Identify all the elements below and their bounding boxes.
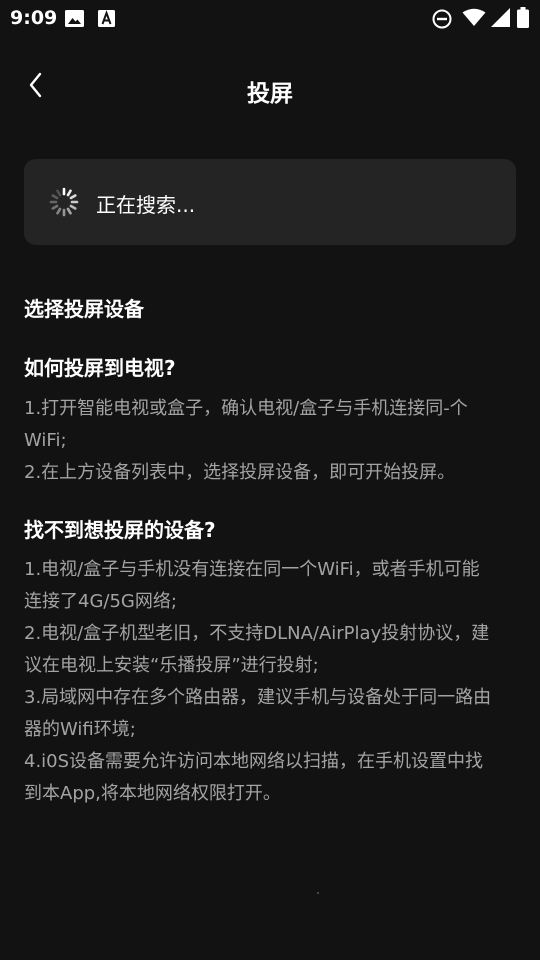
header: 投屏 [0, 64, 540, 116]
not-found-line: 议在电视上安装“乐播投屏”进行投射; [24, 655, 319, 676]
image-icon [65, 10, 84, 27]
navigation-indicator [317, 892, 319, 894]
page-title: 投屏 [247, 81, 293, 107]
not-found-line: 到本App,将本地网络权限打开。 [24, 783, 281, 804]
howto-title: 如何投屏到电视? [24, 356, 176, 380]
not-found-instructions: 1.电视/盒子与手机没有连接在同一个WiFi，或者手机可能 连接了4G/5G网络… [24, 554, 524, 810]
font-icon [98, 10, 115, 27]
status-time: 9:09 [10, 7, 58, 29]
do-not-disturb-icon [432, 9, 452, 29]
battery-icon [517, 7, 529, 28]
howto-instructions: 1.打开智能电视或盒子，确认电视/盒子与手机连接同-个 WiFi; 2.在上方设… [24, 393, 524, 489]
search-status-card: 正在搜索... [24, 159, 516, 245]
wifi-icon [462, 8, 486, 26]
signal-icon [491, 8, 510, 27]
not-found-line: 2.电视/盒子机型老旧，不支持DLNA/AirPlay投射协议，建 [24, 623, 490, 644]
loading-spinner-icon [49, 187, 79, 217]
not-found-line: 1.电视/盒子与手机没有连接在同一个WiFi，或者手机可能 [24, 559, 480, 580]
not-found-title: 找不到想投屏的设备? [24, 518, 216, 542]
search-status-text: 正在搜索... [96, 193, 196, 217]
select-device-title: 选择投屏设备 [24, 297, 144, 321]
not-found-line: 器的Wifi环境; [24, 719, 136, 740]
howto-line: 1.打开智能电视或盒子，确认电视/盒子与手机连接同-个 [24, 398, 468, 419]
not-found-line: 连接了4G/5G网络; [24, 591, 177, 612]
status-bar: 9:09 [0, 0, 540, 36]
howto-line: 2.在上方设备列表中，选择投屏设备，即可开始投屏。 [24, 462, 456, 483]
not-found-line: 3.局域网中存在多个路由器，建议手机与设备处于同一路由 [24, 687, 492, 708]
howto-line: WiFi; [24, 430, 67, 451]
not-found-line: 4.i0S设备需要允许访问本地网络以扫描，在手机设置中找 [24, 751, 484, 772]
